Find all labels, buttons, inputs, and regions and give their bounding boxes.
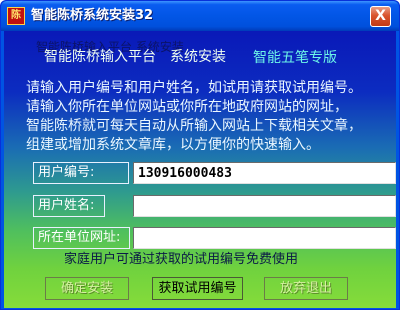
header-title: 智能陈桥输入平台 系统安装	[44, 49, 226, 65]
window-title: 智能陈桥系统安装32	[31, 8, 154, 23]
instruction-line: 智能陈桥就可每天自动从所输入网站上下载相关文章，	[26, 118, 362, 134]
org-url-input[interactable]	[133, 227, 396, 249]
app-logo-icon[interactable]: 陈	[7, 7, 25, 25]
instruction-line: 组建或增加系统文章库，以方便你的快速输入。	[26, 137, 320, 153]
trial-notice: 家庭用户可通过获取的试用编号免费使用	[64, 252, 299, 267]
edition-label: 智能五笔专版	[253, 50, 337, 66]
installer-window: 陈 智能陈桥系统安装32 X 智能陈桥输入平台 系统安装 智能陈桥输入平台 系统…	[0, 0, 400, 310]
exit-button[interactable]: 放弃退出	[264, 277, 348, 300]
instruction-line: 请输入用户编号和用户姓名，如试用请获取试用编号。	[26, 80, 362, 96]
title-bar[interactable]: 陈 智能陈桥系统安装32 X	[1, 1, 399, 31]
instruction-line: 请输入你所在单位网站或你所在地政府网站的网址，	[26, 99, 348, 115]
instructions-text: 请输入用户编号和用户姓名，如试用请获取试用编号。 请输入你所在单位网站或你所在地…	[26, 79, 394, 155]
get-trial-id-button[interactable]: 获取试用编号	[152, 277, 243, 300]
user-name-input[interactable]	[133, 195, 396, 217]
user-name-label: 用户姓名:	[33, 195, 105, 217]
installer-panel: 智能陈桥输入平台 系统安装 智能陈桥输入平台 系统安装 智能五笔专版 请输入用户…	[4, 31, 396, 308]
user-id-input[interactable]	[133, 162, 396, 184]
confirm-install-button[interactable]: 确定安装	[45, 277, 129, 300]
close-button[interactable]: X	[370, 6, 391, 27]
user-id-label: 用户编号:	[33, 162, 129, 184]
org-url-label: 所在单位网址:	[33, 227, 130, 249]
